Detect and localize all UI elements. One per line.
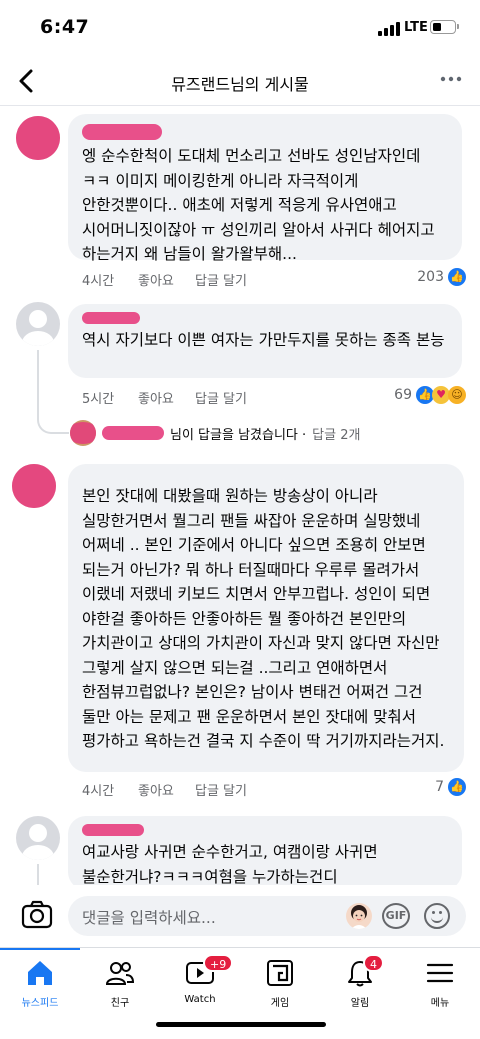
reply-button[interactable]: 답글 달기 [195, 388, 247, 407]
comment-bubble: 여교사랑 사귀면 순수한거고, 여캠이랑 사귀면 불순한거냐?ㅋㅋㅋ여혐을 누가… [68, 816, 462, 890]
like-button[interactable]: 좋아요 [138, 388, 195, 407]
camera-icon[interactable] [20, 899, 54, 931]
tab-label: 알림 [350, 998, 370, 1009]
watch-icon: +9 [185, 954, 234, 988]
reply-count: 답글 2개 [312, 427, 361, 443]
tab-notifications[interactable]: 4 알림 [320, 954, 400, 1018]
reaction-count: 203 [417, 269, 444, 285]
reaction-summary[interactable]: 203 👍 [417, 268, 466, 286]
tab-label: Watch [184, 994, 216, 1005]
tab-watch[interactable]: +9 Watch [160, 954, 240, 1018]
tab-label: 뉴스피드 [21, 998, 59, 1009]
tab-label: 메뉴 [430, 998, 450, 1009]
redacted-reply-author [102, 426, 164, 440]
emoji-icon[interactable] [424, 903, 450, 929]
avatar-sticker-icon[interactable] [346, 903, 372, 929]
status-bar: 6:47 LTE [0, 0, 480, 58]
comment-actions: 4시간 좋아요 답글 달기 [82, 270, 247, 289]
comment-actions: 4시간 좋아요 답글 달기 [82, 780, 247, 799]
reply-button[interactable]: 답글 달기 [195, 780, 247, 799]
commenter-avatar[interactable] [16, 816, 60, 860]
redacted-author-name[interactable] [82, 824, 144, 836]
bell-icon: 4 [345, 954, 384, 988]
reply-summary-text: 님이 답글을 남겼습니다 · [170, 427, 307, 443]
gaming-icon [265, 958, 295, 988]
friends-icon [105, 958, 135, 988]
tab-gaming[interactable]: 게임 [240, 958, 320, 1018]
comment-time: 4시간 [82, 274, 115, 289]
comment-actions: 5시간 좋아요 답글 달기 [82, 388, 247, 407]
status-time: 6:47 [40, 16, 90, 38]
comment-input-placeholder: 댓글을 입력하세요... [82, 909, 216, 927]
more-options-icon[interactable] [438, 66, 464, 92]
reply-avatar [70, 420, 96, 446]
thread-line [37, 350, 39, 420]
signal-icon [378, 22, 402, 36]
tab-friends[interactable]: 친구 [80, 958, 160, 1018]
network-label: LTE [404, 20, 428, 35]
tab-news-feed[interactable]: 뉴스피드 [0, 958, 80, 1018]
watch-badge: +9 [203, 954, 234, 972]
commenter-avatar[interactable] [16, 116, 60, 160]
comment-text: 역시 자기보다 이쁜 여자는 가만두지를 못하는 종족 본능 [82, 331, 445, 349]
post-header: 뮤즈랜드님의 게시물 [0, 58, 480, 106]
like-reaction-icon: 👍 [448, 778, 466, 796]
comment-text: 엥 순수한척이 도대체 먼소리고 선바도 성인남자인데 ㅋㅋ 이미지 메이킹한게… [82, 147, 435, 263]
redacted-author-name[interactable] [82, 312, 140, 324]
thread-curve [37, 416, 69, 434]
comment-composer: 댓글을 입력하세요... GIF [0, 885, 480, 947]
commenter-avatar[interactable] [16, 302, 60, 346]
comment-time: 4시간 [82, 784, 115, 799]
commenter-avatar[interactable] [12, 464, 56, 508]
comment-time: 5시간 [82, 392, 115, 407]
reaction-count: 7 [435, 779, 444, 795]
haha-reaction-icon: ☺ [448, 386, 466, 404]
gif-icon[interactable]: GIF [382, 903, 410, 929]
comment-text: 본인 잣대에 대봤을때 원하는 방송상이 아니라 실망한거면서 뭘그리 팬들 싸… [82, 487, 445, 750]
like-reaction-icon: 👍 [448, 268, 466, 286]
menu-icon [425, 958, 455, 988]
tab-label: 게임 [270, 998, 290, 1009]
notifications-badge: 4 [363, 954, 384, 972]
comment-bubble: 엥 순수한척이 도대체 먼소리고 선바도 성인남자인데 ㅋㅋ 이미지 메이킹한게… [68, 114, 462, 263]
comment-bubble: 역시 자기보다 이쁜 여자는 가만두지를 못하는 종족 본능 [68, 304, 462, 378]
like-button[interactable]: 좋아요 [138, 780, 195, 799]
redacted-author-name[interactable] [82, 124, 162, 140]
active-tab-indicator [0, 948, 80, 950]
reaction-summary[interactable]: 7 👍 [435, 778, 466, 796]
reply-summary[interactable]: 님이 답글을 남겼습니다 · 답글 2개 [70, 420, 360, 446]
page-title: 뮤즈랜드님의 게시물 [171, 75, 309, 94]
tab-label: 친구 [110, 998, 130, 1009]
home-icon [25, 958, 55, 988]
like-button[interactable]: 좋아요 [138, 270, 195, 289]
comment-input[interactable]: 댓글을 입력하세요... GIF [68, 896, 466, 936]
home-indicator[interactable] [156, 1022, 326, 1027]
reply-button[interactable]: 답글 달기 [195, 270, 247, 289]
reaction-summary[interactable]: 69 👍 ♥ ☺ [394, 386, 466, 404]
battery-icon [430, 20, 459, 34]
comment-bubble: 본인 잣대에 대봤을때 원하는 방송상이 아니라 실망한거면서 뭘그리 팬들 싸… [68, 464, 464, 772]
tab-menu[interactable]: 메뉴 [400, 958, 480, 1018]
comment-text: 여교사랑 사귀면 순수한거고, 여캠이랑 사귀면 불순한거냐?ㅋㅋㅋ여혐을 누가… [82, 843, 378, 886]
reaction-count: 69 [394, 387, 412, 403]
